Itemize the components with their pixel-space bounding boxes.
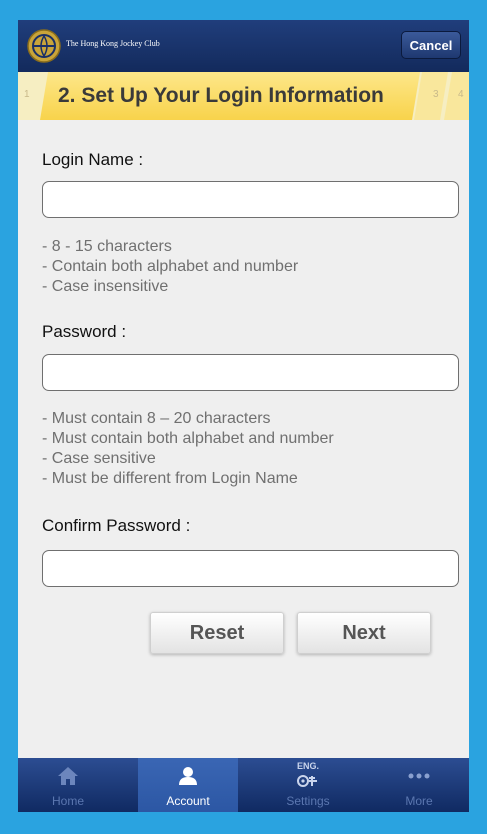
password-label: Password : (42, 322, 127, 341)
step-3-tab (414, 72, 448, 120)
tab-more[interactable]: More (369, 758, 469, 812)
header-bar: The Hong Kong Jockey Club Cancel (18, 20, 469, 72)
hkjc-logo-icon (27, 29, 61, 63)
tab-account-label: Account (166, 794, 210, 808)
gear-icon (297, 775, 317, 787)
cancel-button[interactable]: Cancel (401, 31, 461, 59)
club-name: The Hong Kong Jockey Club (66, 39, 160, 48)
tab-home[interactable]: Home (18, 758, 118, 812)
confirm-password-input[interactable] (42, 550, 459, 587)
step-4-tab (444, 72, 469, 120)
hint-line: - Must contain both alphabet and number (42, 430, 334, 447)
login-name-label: Login Name : (42, 150, 144, 169)
app-screen: The Hong Kong Jockey Club Cancel 1 2. Se… (18, 20, 469, 812)
hint-line: - Must be different from Login Name (42, 470, 298, 487)
step-1-indicator: 1 (24, 89, 30, 100)
reset-button[interactable]: Reset (150, 612, 284, 654)
hint-line: - Must contain 8 – 20 characters (42, 410, 271, 427)
tab-home-label: Home (51, 794, 84, 808)
password-input[interactable] (42, 354, 459, 391)
bottom-tab-bar: Home Account ENG. Settings More (18, 758, 469, 812)
hint-line: - Case insensitive (42, 278, 169, 295)
step-title: 2. Set Up Your Login Information (58, 84, 384, 107)
tab-account[interactable]: Account (138, 758, 238, 812)
home-icon (58, 767, 78, 785)
user-icon (179, 767, 197, 785)
step-progress-bar: 1 2. Set Up Your Login Information 3 4 (18, 72, 469, 120)
tab-settings[interactable]: ENG. Settings (258, 758, 358, 812)
tab-settings-label: Settings (286, 794, 330, 808)
step-3-indicator: 3 (433, 89, 439, 100)
more-dots-icon (408, 773, 430, 779)
language-badge: ENG. (296, 761, 319, 771)
tab-more-label: More (405, 794, 433, 808)
hint-line: - 8 - 15 characters (42, 238, 172, 255)
hint-line: - Case sensitive (42, 450, 156, 467)
hint-line: - Contain both alphabet and number (42, 258, 299, 275)
password-hints: - Must contain 8 – 20 characters - Must … (42, 409, 334, 489)
confirm-password-label: Confirm Password : (42, 516, 191, 535)
next-button[interactable]: Next (297, 612, 431, 654)
login-name-input[interactable] (42, 181, 459, 218)
login-name-hints: - 8 - 15 characters - Contain both alpha… (42, 237, 298, 297)
step-4-indicator: 4 (458, 89, 464, 100)
